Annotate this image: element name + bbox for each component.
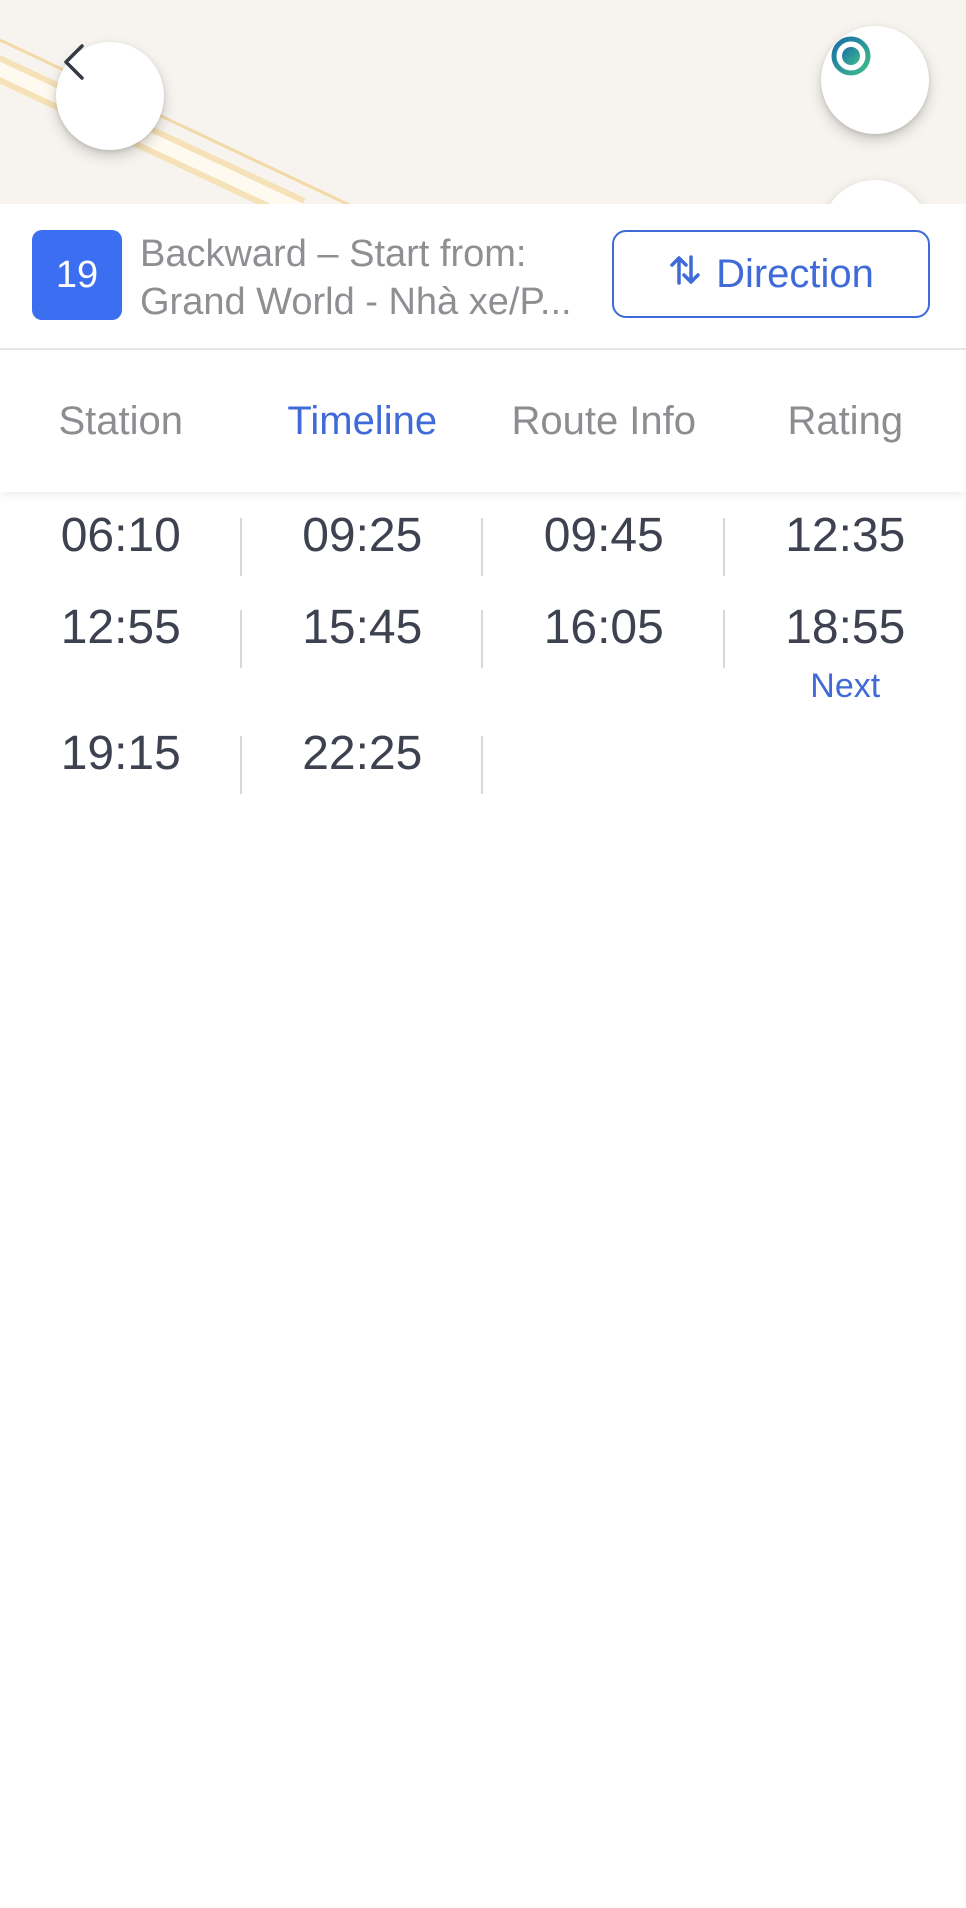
departure-time: 09:25	[302, 509, 423, 562]
departure-time: 09:45	[543, 509, 664, 562]
departure-time: 12:35	[785, 509, 906, 562]
tab-rating[interactable]: Rating	[725, 350, 966, 492]
route-header: 19 Backward – Start from: Grand World - …	[0, 204, 966, 350]
tab-station[interactable]: Station	[0, 350, 242, 492]
departure-time: 15:45	[302, 601, 423, 654]
departure-time: 22:25	[302, 727, 423, 780]
timeline-grid: 06:10 09:25 09:45 12:35 12:55 15:45 16:0…	[0, 492, 966, 824]
departure-time-cell: 12:35	[725, 506, 966, 598]
app-screen: 19 Backward – Start from: Grand World - …	[0, 0, 966, 1908]
back-button[interactable]	[56, 42, 164, 150]
departure-time: 19:15	[60, 727, 181, 780]
departure-time: 16:05	[543, 601, 664, 654]
direction-button-label: Direction	[716, 251, 874, 296]
departure-time-cell: 06:10	[0, 506, 242, 598]
swap-vertical-icon	[668, 252, 702, 297]
direction-button[interactable]: Direction	[612, 230, 930, 318]
map-view[interactable]	[0, 0, 966, 204]
next-departure-cell: 18:55 Next	[725, 598, 966, 724]
departure-time-cell: 15:45	[242, 598, 483, 724]
tab-timeline[interactable]: Timeline	[242, 350, 484, 492]
timeline-row: 12:55 15:45 16:05 18:55 Next	[0, 598, 966, 724]
route-direction-text: Backward – Start from:	[140, 233, 527, 275]
departure-time: 18:55	[785, 601, 906, 654]
departure-time: 12:55	[60, 601, 181, 654]
timeline-row: 19:15 22:25	[0, 724, 966, 824]
tab-bar: Station Timeline Route Info Rating	[0, 350, 966, 492]
departure-time-cell: 16:05	[483, 598, 725, 724]
departure-time-cell: 09:25	[242, 506, 483, 598]
route-number-badge: 19	[32, 230, 122, 320]
next-departure-label: Next	[810, 667, 881, 705]
departure-time: 06:10	[60, 509, 181, 562]
departure-time-cell: 12:55	[0, 598, 242, 724]
departure-time-cell: 22:25	[242, 724, 483, 824]
column-divider	[481, 736, 483, 794]
timeline-row: 06:10 09:25 09:45 12:35	[0, 492, 966, 598]
route-description: Backward – Start from: Grand World - Nhà…	[140, 230, 592, 326]
my-location-button[interactable]	[821, 26, 929, 134]
departure-time-cell: 09:45	[483, 506, 725, 598]
departure-time-cell: 19:15	[0, 724, 242, 824]
tab-route-info[interactable]: Route Info	[483, 350, 725, 492]
route-start-text: Grand World - Nhà xe/P...	[140, 281, 572, 323]
